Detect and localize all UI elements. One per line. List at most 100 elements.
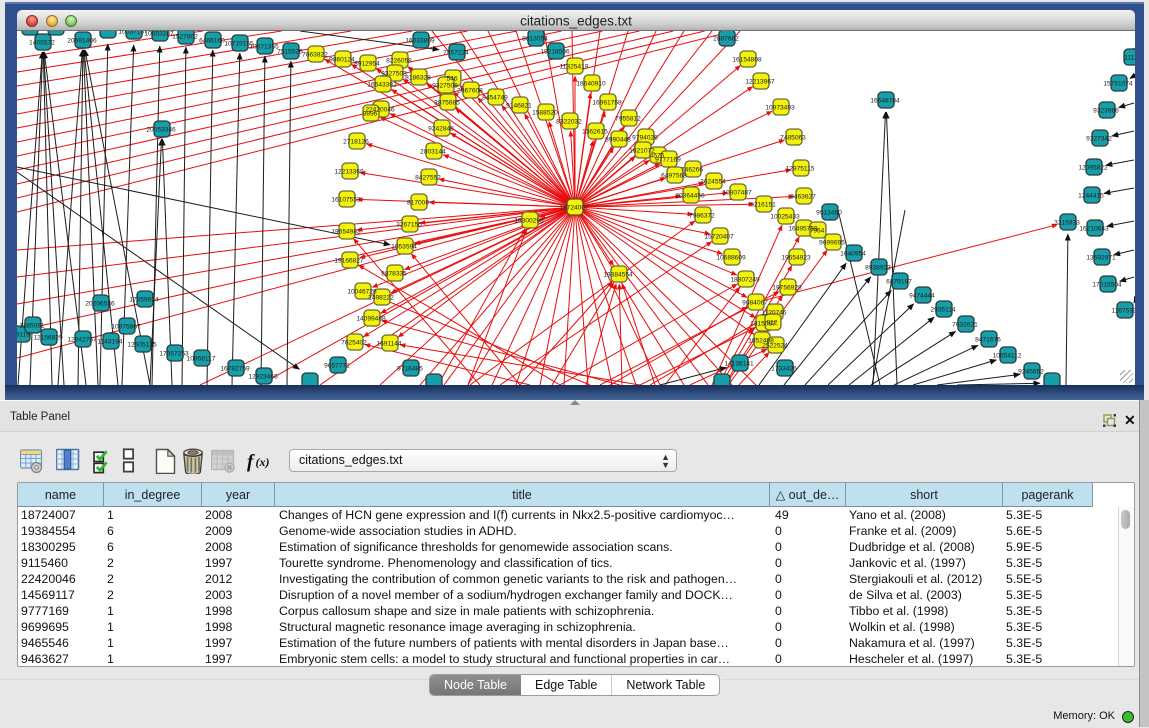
svg-text:1588520: 1588520: [532, 110, 558, 117]
svg-text:8186328: 8186328: [405, 75, 431, 82]
svg-text:16961758: 16961758: [592, 100, 622, 107]
svg-text:1733426: 1733426: [771, 366, 797, 373]
svg-text:18640910: 18640910: [576, 81, 606, 88]
svg-text:9794028: 9794028: [632, 135, 658, 142]
svg-text:2803144: 2803144: [420, 149, 446, 156]
svg-text:1053594: 1053594: [391, 244, 417, 251]
svg-text:1527602: 1527602: [172, 34, 198, 41]
svg-text:9323966: 9323966: [1093, 108, 1119, 115]
svg-text:9463627: 9463627: [790, 194, 816, 201]
svg-text:1498222: 1498222: [368, 295, 394, 302]
svg-text:10958117: 10958117: [187, 356, 216, 363]
svg-text:8454749: 8454749: [482, 95, 508, 102]
svg-text:7857224: 7857224: [443, 50, 469, 57]
svg-text:12923466: 12923466: [248, 374, 278, 381]
svg-text:12505135: 12505135: [127, 342, 157, 349]
svg-text:3267150: 3267150: [396, 222, 422, 229]
svg-text:20691406: 20691406: [67, 38, 97, 45]
svg-text:1167533: 1167533: [1111, 308, 1135, 315]
svg-text:7515526: 7515526: [277, 49, 303, 56]
svg-text:1244415: 1244415: [1078, 193, 1104, 200]
svg-text:1640954: 1640954: [840, 251, 866, 258]
svg-text:2887682: 2887682: [713, 36, 739, 43]
svg-text:2867608: 2867608: [457, 88, 483, 95]
svg-text:1362615: 1362615: [582, 129, 608, 136]
svg-text:39119: 39119: [17, 332, 30, 339]
svg-text:8912954: 8912954: [354, 61, 380, 68]
svg-text:1112: 1112: [1124, 55, 1135, 62]
svg-text:3624554: 3624554: [700, 179, 726, 186]
svg-text:10975867: 10975867: [111, 324, 141, 331]
svg-text:20364456: 20364456: [675, 193, 705, 200]
svg-text:9716485: 9716485: [397, 366, 423, 373]
svg-text:18300295: 18300295: [514, 218, 544, 225]
svg-text:9657771: 9657771: [324, 363, 350, 370]
svg-text:17957253: 17957253: [159, 351, 189, 358]
svg-text:8322032: 8322032: [556, 119, 582, 126]
svg-text:7485063: 7485063: [780, 135, 806, 142]
svg-text:3215933: 3215933: [1054, 220, 1080, 227]
svg-text:9327508: 9327508: [432, 83, 458, 90]
svg-text:9146821: 9146821: [506, 103, 532, 110]
svg-text:7632621: 7632621: [952, 322, 978, 329]
svg-text:9777169: 9777169: [655, 157, 681, 164]
svg-text:10671355: 10671355: [249, 44, 279, 51]
svg-text:16107553: 16107553: [331, 197, 361, 204]
svg-text:7955812: 7955812: [615, 116, 641, 123]
svg-text:8427552: 8427552: [415, 175, 441, 182]
svg-text:7964: 7964: [810, 228, 825, 235]
svg-text:3875685: 3875685: [434, 100, 460, 107]
svg-text:19756928: 19756928: [772, 285, 802, 292]
svg-text:1185081: 1185081: [19, 323, 45, 330]
svg-text:15751074: 15751074: [1103, 81, 1133, 88]
svg-text:6216151: 6216151: [750, 202, 776, 209]
svg-text:2935114: 2935114: [930, 307, 956, 314]
svg-text:7625402: 7625402: [341, 340, 367, 347]
svg-text:12942757: 12942757: [67, 337, 97, 344]
svg-text:6879197: 6879197: [886, 279, 912, 286]
svg-text:16033809: 16033809: [405, 38, 435, 45]
svg-text:11325419: 11325419: [560, 64, 589, 71]
svg-text:9896: 9896: [363, 111, 378, 118]
svg-text:8471676: 8471676: [975, 337, 1001, 344]
svg-text:1120746: 1120746: [761, 310, 787, 317]
svg-text:9084067: 9084067: [742, 300, 768, 307]
svg-text:17359924: 17359924: [129, 297, 159, 304]
svg-text:8990448: 8990448: [605, 137, 631, 144]
svg-text:8813054: 8813054: [522, 36, 548, 43]
svg-text:10653287: 10653287: [144, 31, 174, 38]
svg-text:9699695: 9699695: [819, 240, 845, 247]
svg-text:9474444: 9474444: [909, 293, 935, 300]
svg-text:8878335: 8878335: [381, 271, 407, 278]
svg-text:14136141: 14136141: [724, 361, 754, 368]
svg-text:19218506: 19218506: [540, 49, 570, 56]
svg-text:18724007: 18724007: [559, 205, 589, 212]
svg-text:16154808: 16154808: [732, 57, 762, 64]
svg-text:19166827: 19166827: [334, 258, 364, 265]
svg-text:9327503: 9327503: [381, 71, 407, 78]
svg-text:9513460: 9513460: [816, 210, 842, 217]
svg-text:16543382: 16543382: [367, 82, 397, 89]
svg-text:10807487: 10807487: [722, 190, 752, 197]
svg-text:12975115: 12975115: [786, 166, 815, 173]
svg-text:10688609: 10688609: [716, 255, 746, 262]
svg-text:(x): (x): [256, 455, 270, 469]
svg-text:19384554: 19384554: [603, 272, 633, 279]
svg-text:2718126: 2718126: [343, 139, 369, 146]
svg-text:7663822: 7663822: [302, 52, 328, 59]
svg-text:19654923: 19654923: [781, 255, 811, 262]
svg-text:19654983: 19654983: [331, 229, 361, 236]
svg-text:12095822: 12095822: [1078, 165, 1108, 172]
svg-text:7986372: 7986372: [689, 213, 715, 220]
svg-text:20206536: 20206536: [85, 301, 115, 308]
svg-text:10025433: 10025433: [770, 214, 800, 221]
svg-text:6497568: 6497568: [661, 173, 687, 180]
svg-text:10654112: 10654112: [993, 353, 1022, 360]
svg-text:13692971: 13692971: [1086, 255, 1116, 262]
svg-text:817006: 817006: [407, 200, 429, 207]
svg-text:8226058: 8226058: [386, 58, 412, 65]
svg-text:1405572: 1405572: [29, 40, 55, 47]
svg-text:20053346: 20053346: [146, 127, 176, 134]
svg-text:9860124: 9860124: [329, 57, 355, 64]
svg-text:16648784: 16648784: [870, 98, 900, 105]
